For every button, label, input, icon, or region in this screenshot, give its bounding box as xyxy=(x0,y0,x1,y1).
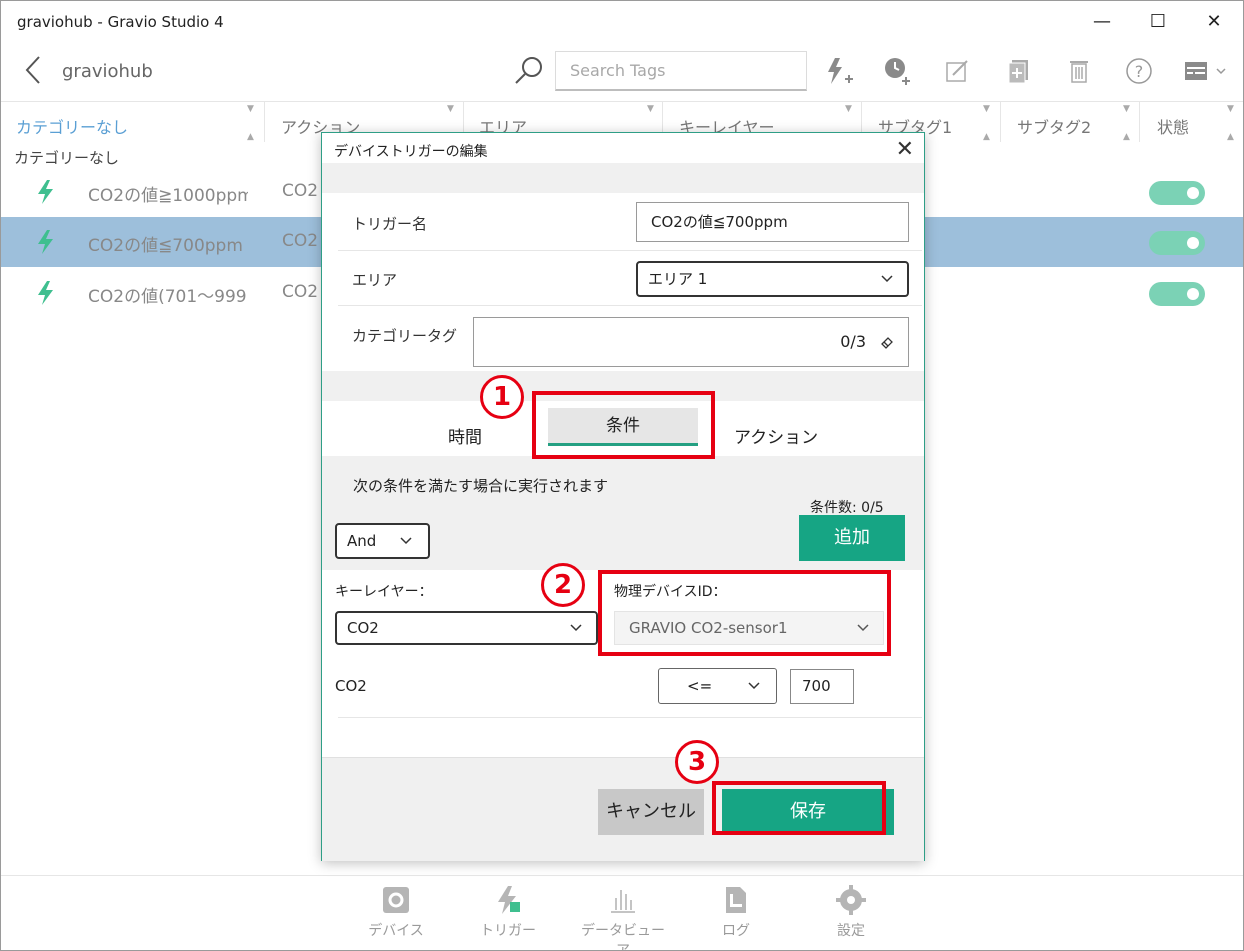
dialog-title: デバイストリガーの編集 xyxy=(334,144,488,160)
operator-select[interactable]: <= xyxy=(658,668,777,704)
status-toggle[interactable] xyxy=(1149,231,1205,255)
key-layer-select[interactable]: CO2 xyxy=(335,611,598,645)
logic-select-value: And xyxy=(347,532,377,550)
operator-select-value: <= xyxy=(687,677,713,695)
threshold-input[interactable]: 700 xyxy=(790,669,854,704)
edit-trigger-dialog: デバイストリガーの編集 ✕ トリガー名 CO2の値≦700ppm エリア エリア… xyxy=(321,132,925,861)
edit-icon[interactable] xyxy=(941,55,973,87)
svg-text:?: ? xyxy=(1135,62,1144,81)
toolbar: graviohub ? xyxy=(1,43,1243,101)
lightning-icon xyxy=(38,180,53,204)
category-tag-input[interactable]: 0/3 xyxy=(473,317,909,367)
nav-label: データビューア xyxy=(581,923,665,951)
column-header-category[interactable]: カテゴリーなし xyxy=(16,114,128,138)
nav-settings[interactable]: 設定 xyxy=(806,884,896,940)
key-layer-label: キーレイヤー： xyxy=(335,584,433,600)
chevron-down-icon xyxy=(748,682,760,690)
nav-label: デバイス xyxy=(368,923,424,939)
nav-label: 設定 xyxy=(837,923,865,939)
delete-icon[interactable] xyxy=(1063,55,1095,87)
nav-label: ログ xyxy=(722,923,750,939)
callout-badge-1: 1 xyxy=(480,375,524,419)
row-action: CO2 xyxy=(282,282,319,302)
status-toggle[interactable] xyxy=(1149,282,1205,306)
log-icon xyxy=(726,887,746,913)
group-label: カテゴリーなし xyxy=(14,149,120,167)
view-options-icon[interactable] xyxy=(1181,55,1231,87)
tab-time[interactable]: 時間 xyxy=(448,423,482,448)
lightning-icon xyxy=(38,230,53,254)
chevron-down-icon xyxy=(881,275,893,283)
title-bar: graviohub - Gravio Studio 4 — ☐ ✕ xyxy=(1,1,1243,43)
maximize-button[interactable]: ☐ xyxy=(1135,7,1181,37)
dialog-close-icon[interactable]: ✕ xyxy=(896,137,914,162)
row-action: CO2 xyxy=(282,231,319,251)
callout-badge-3: 3 xyxy=(675,740,719,784)
highlight-box-save xyxy=(712,781,886,835)
column-header-subtag2[interactable]: サブタグ2 xyxy=(1017,114,1091,138)
condition-count: 条件数: 0/5 xyxy=(810,500,884,516)
row-name: CO2の値(701～999) xyxy=(88,287,248,307)
eraser-icon[interactable] xyxy=(880,335,894,349)
area-select-value: エリア 1 xyxy=(648,270,708,288)
minimize-button[interactable]: — xyxy=(1079,7,1125,37)
search-icon[interactable] xyxy=(513,55,545,87)
row-action: CO2 xyxy=(282,181,319,201)
chevron-down-icon xyxy=(400,537,412,545)
trigger-name-input[interactable]: CO2の値≦700ppm xyxy=(636,202,909,242)
help-icon[interactable]: ? xyxy=(1123,55,1155,87)
category-tag-label: カテゴリータグ xyxy=(352,327,458,345)
status-toggle[interactable] xyxy=(1149,181,1205,205)
nav-triggers[interactable]: トリガー xyxy=(463,884,553,940)
nav-devices[interactable]: デバイス xyxy=(351,884,441,940)
add-trigger-icon[interactable] xyxy=(823,55,855,87)
duplicate-icon[interactable] xyxy=(1003,55,1035,87)
chevron-down-icon xyxy=(570,624,582,632)
nav-data-viewer[interactable]: データビューア xyxy=(578,884,668,951)
logic-select[interactable]: And xyxy=(335,523,430,559)
add-condition-button[interactable]: 追加 xyxy=(799,515,905,561)
gear-box-icon xyxy=(383,887,409,913)
lightning-icon xyxy=(38,281,53,305)
search-input[interactable] xyxy=(555,51,807,91)
condition-description: 次の条件を満たす場合に実行されます xyxy=(353,477,609,495)
hub-name: graviohub xyxy=(62,61,153,82)
row-name: CO2の値≦700ppm xyxy=(88,236,243,256)
chart-icon xyxy=(611,890,635,913)
trigger-icon xyxy=(498,886,520,914)
value-label: CO2 xyxy=(335,677,367,695)
highlight-box-device-id xyxy=(598,570,891,656)
callout-badge-2: 2 xyxy=(541,563,585,607)
category-tag-count: 0/3 xyxy=(840,332,866,351)
back-arrow-icon[interactable] xyxy=(17,53,47,87)
nav-label: トリガー xyxy=(480,923,536,939)
trigger-name-label: トリガー名 xyxy=(352,215,428,233)
key-layer-select-value: CO2 xyxy=(347,619,379,637)
add-schedule-icon[interactable] xyxy=(881,55,913,87)
window-title: graviohub - Gravio Studio 4 xyxy=(17,13,224,31)
column-header-status[interactable]: 状態 xyxy=(1157,114,1189,138)
row-name: CO2の値≧1000ppm xyxy=(88,186,248,206)
app-window: graviohub - Gravio Studio 4 — ☐ ✕ gravio… xyxy=(0,0,1244,951)
nav-log[interactable]: ログ xyxy=(691,884,781,940)
tab-action[interactable]: アクション xyxy=(734,423,818,448)
area-select[interactable]: エリア 1 xyxy=(636,261,909,297)
cancel-button[interactable]: キャンセル xyxy=(598,789,704,835)
bottom-navigation: デバイス トリガー データビューア ログ 設定 xyxy=(1,875,1243,951)
area-label: エリア xyxy=(352,271,398,289)
close-button[interactable]: ✕ xyxy=(1191,7,1237,37)
settings-icon xyxy=(836,885,866,915)
highlight-box-condition-tab xyxy=(532,391,715,459)
